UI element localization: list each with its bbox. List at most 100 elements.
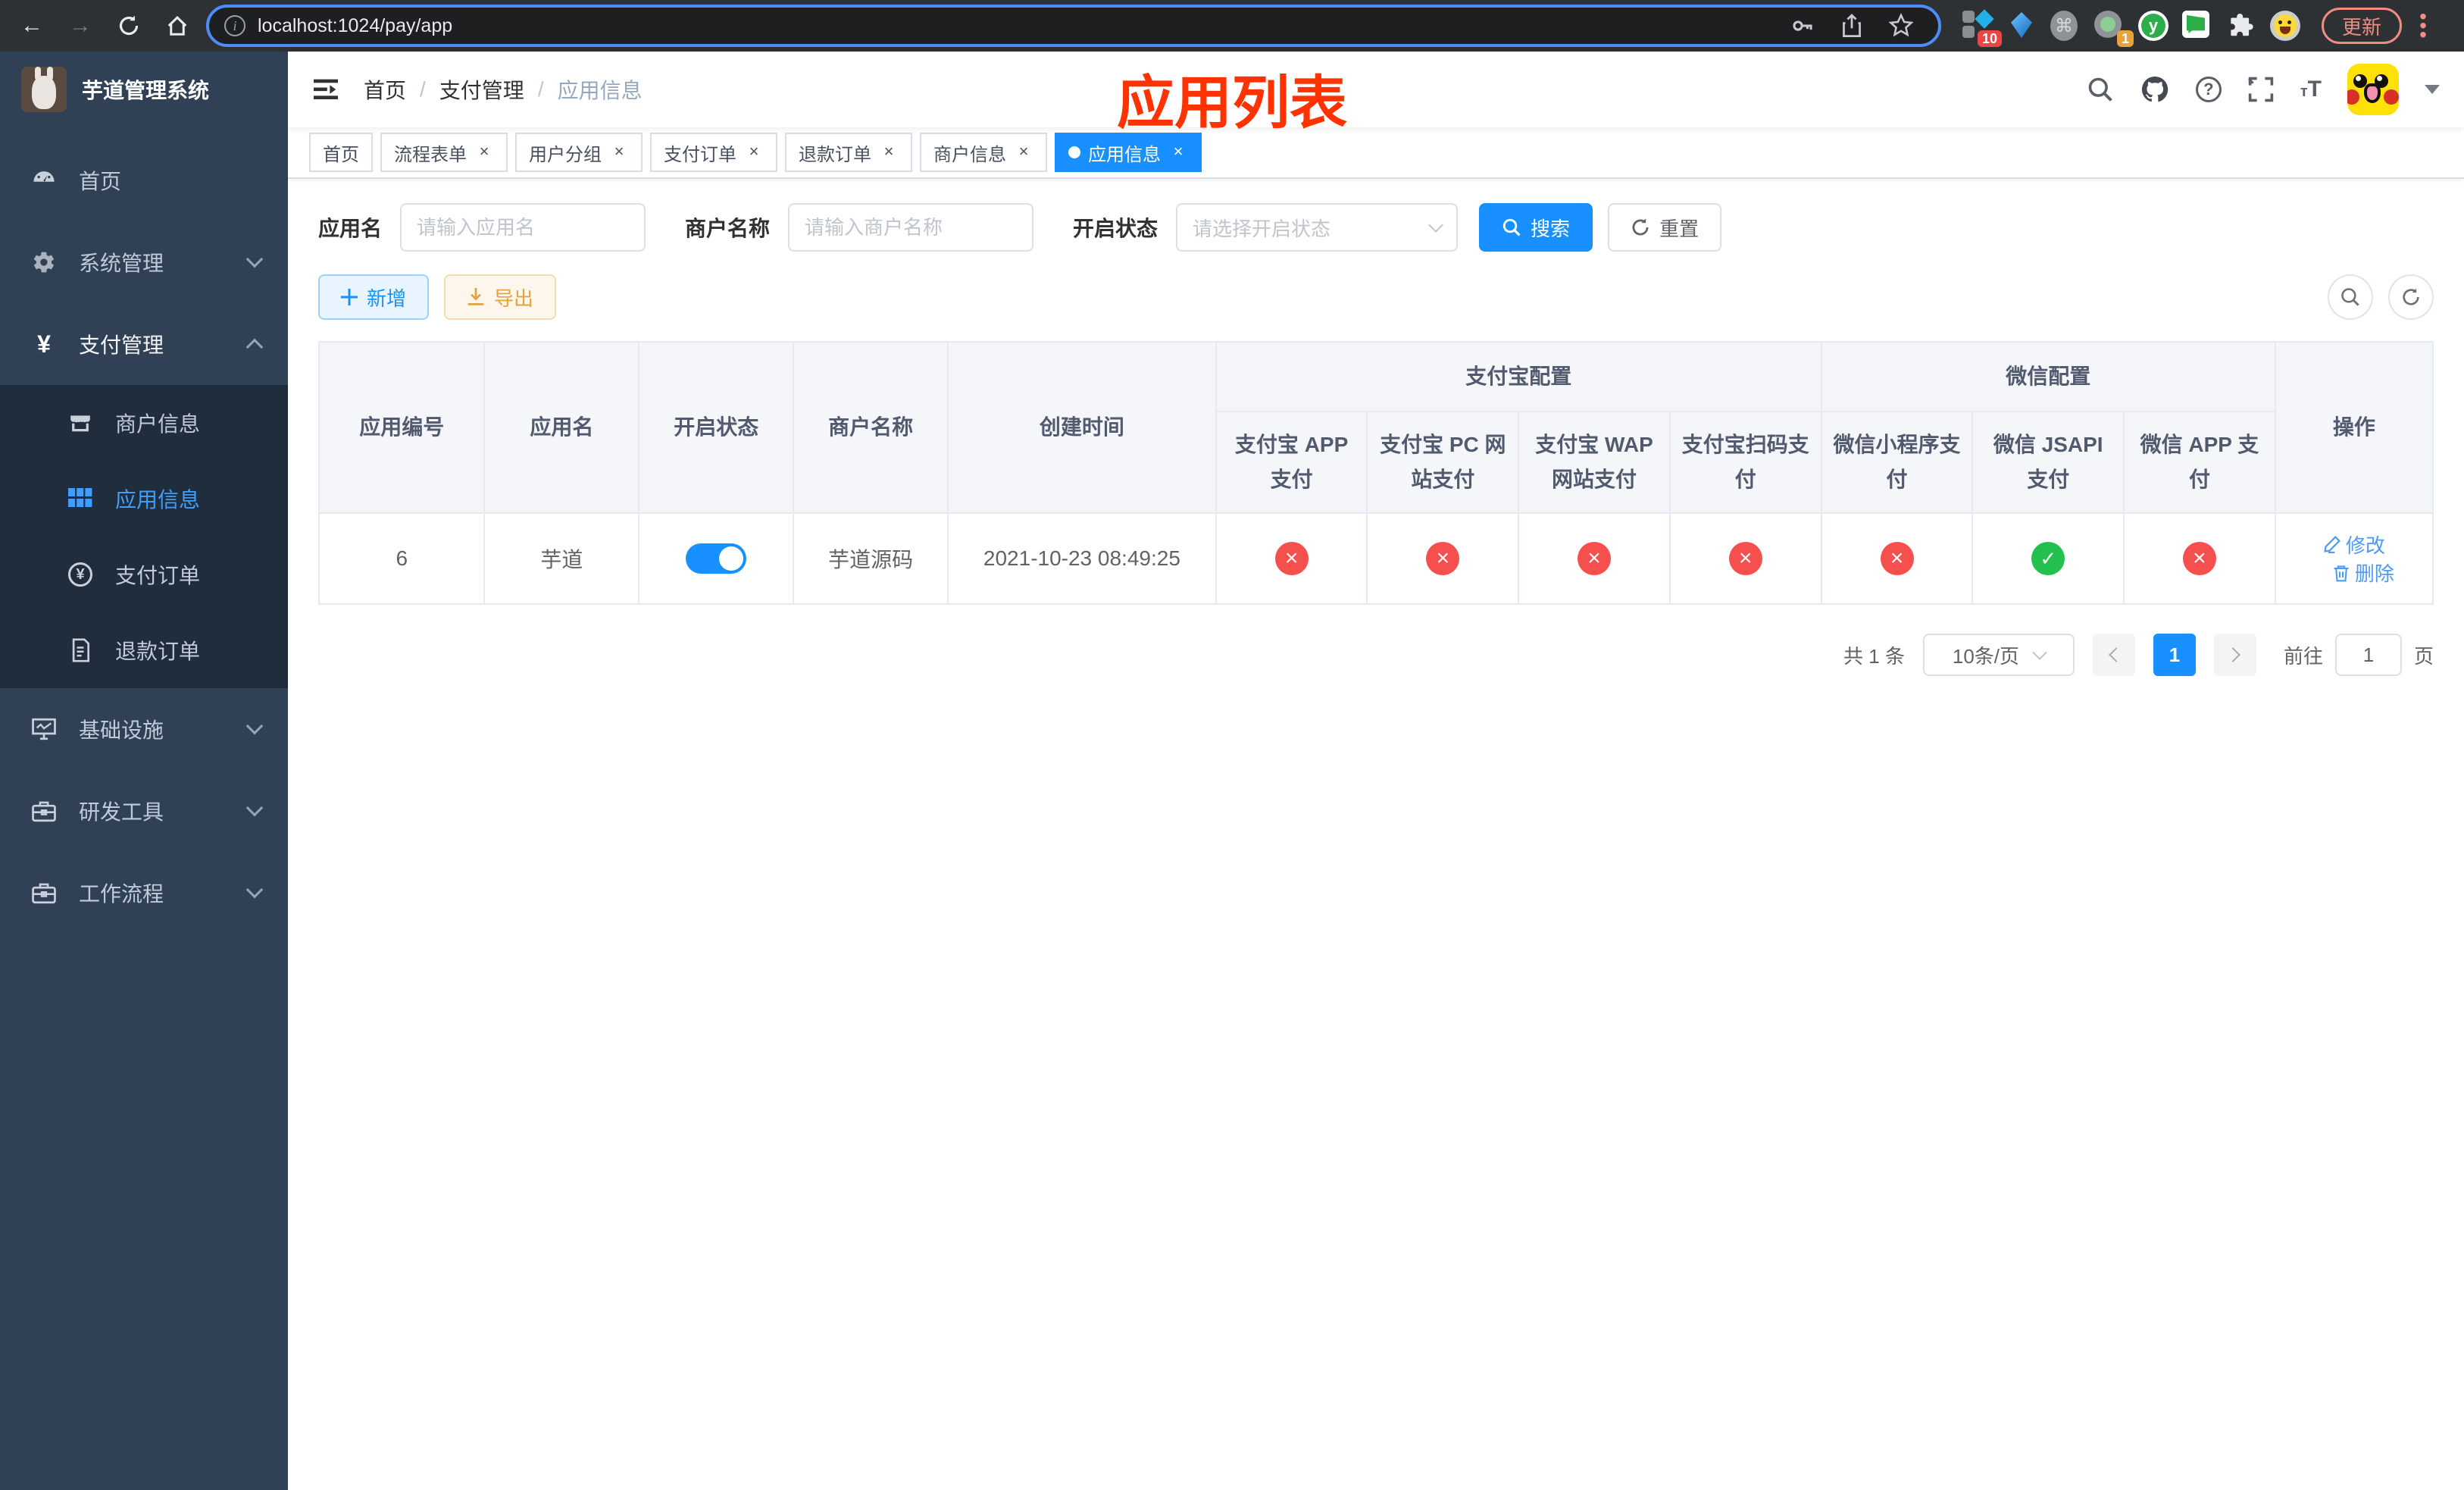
- extension-chat-icon[interactable]: [2182, 11, 2212, 41]
- extension-grid-icon[interactable]: 10: [1962, 9, 2002, 47]
- browser-menu-icon[interactable]: • • •: [2411, 6, 2435, 45]
- add-button[interactable]: 新增: [318, 274, 430, 320]
- edit-link[interactable]: 修改: [2323, 531, 2385, 559]
- extension-y-icon[interactable]: y: [2138, 11, 2169, 41]
- browser-back-icon[interactable]: ←: [12, 6, 52, 45]
- close-icon[interactable]: ×: [1014, 142, 1033, 162]
- bookmark-star-icon[interactable]: [1888, 13, 1914, 39]
- col-app-name: 应用名: [483, 341, 640, 514]
- sidebar-item-workflow[interactable]: 工作流程: [0, 852, 288, 934]
- share-icon[interactable]: [1840, 13, 1864, 39]
- browser-home-icon[interactable]: [158, 6, 197, 45]
- export-button[interactable]: 导出: [444, 274, 557, 320]
- top-navbar: 首页 / 支付管理 / 应用信息 ? тT: [288, 52, 2464, 127]
- extension-kite-icon[interactable]: [2006, 11, 2037, 41]
- user-avatar[interactable]: [2347, 64, 2399, 115]
- col-alipay-app: 支付宝 APP 支付: [1215, 411, 1368, 514]
- sidebar-logo[interactable]: 芋道管理系统: [0, 52, 288, 127]
- status-toggle[interactable]: [686, 543, 747, 574]
- cell-app-id: 6: [317, 512, 486, 605]
- tab-merchant-info[interactable]: 商户信息 ×: [920, 133, 1047, 172]
- fullscreen-icon[interactable]: [2247, 76, 2275, 103]
- refresh-icon[interactable]: [2388, 274, 2434, 320]
- page-info-icon[interactable]: i: [224, 15, 245, 36]
- tab-user-group[interactable]: 用户分组 ×: [515, 133, 643, 172]
- help-icon[interactable]: ?: [2195, 77, 2222, 102]
- sidebar-item-pay-orders[interactable]: ¥ 支付订单: [0, 537, 288, 612]
- show-search-icon[interactable]: [2328, 274, 2373, 320]
- close-icon[interactable]: ×: [474, 142, 494, 162]
- browser-forward-icon[interactable]: →: [61, 6, 100, 45]
- breadcrumb-payment[interactable]: 支付管理: [439, 74, 524, 105]
- browser-reload-icon[interactable]: [109, 6, 149, 45]
- sidebar-item-infrastructure[interactable]: 基础设施: [0, 688, 288, 770]
- sidebar-item-payment[interactable]: ¥ 支付管理: [0, 303, 288, 385]
- sidebar-item-merchant-info[interactable]: 商户信息: [0, 385, 288, 461]
- goto-label: 前往: [2283, 644, 2323, 668]
- col-status: 开启状态: [638, 341, 795, 514]
- app-name-input[interactable]: [400, 203, 646, 252]
- reset-button[interactable]: 重置: [1608, 203, 1722, 252]
- sidebar-item-home[interactable]: 首页: [0, 139, 288, 221]
- gear-icon: [30, 250, 58, 274]
- password-key-icon[interactable]: [1790, 13, 1815, 39]
- delete-link[interactable]: 删除: [2332, 559, 2394, 587]
- url-text[interactable]: localhost:1024/pay/app: [258, 15, 1778, 37]
- goto-suffix: 页: [2413, 644, 2434, 668]
- breadcrumb-home[interactable]: 首页: [364, 74, 406, 105]
- group-alipay-config: 支付宝配置: [1215, 341, 1822, 412]
- sidebar-item-dev-tools[interactable]: 研发工具: [0, 770, 288, 852]
- close-icon[interactable]: ×: [744, 142, 764, 162]
- merchant-name-input[interactable]: [788, 203, 1034, 252]
- pagination: 共 1 条 10条/页 1 前往 页: [318, 634, 2434, 676]
- yen-icon: ¥: [37, 330, 51, 358]
- sidebar-item-app-info[interactable]: 应用信息: [0, 461, 288, 537]
- search-icon[interactable]: [2087, 76, 2114, 103]
- chevron-down-icon: [1428, 218, 1443, 233]
- tab-refund-orders[interactable]: 退款订单 ×: [785, 133, 912, 172]
- font-size-icon[interactable]: тT: [2300, 77, 2322, 102]
- breadcrumb-current: 应用信息: [557, 79, 643, 102]
- alipay-qr-status-icon: [1728, 542, 1762, 575]
- apps-table: 应用编号 应用名 开启状态 商户名称 创建时间 支付宝配置 微信配置 操作 支付…: [317, 341, 2434, 605]
- extensions-puzzle-icon[interactable]: [2226, 11, 2256, 41]
- close-icon[interactable]: ×: [609, 142, 629, 162]
- page-number[interactable]: 1: [2153, 634, 2196, 676]
- next-page-button[interactable]: [2213, 634, 2256, 676]
- close-icon[interactable]: ×: [1168, 142, 1188, 162]
- sidebar-item-refund-orders[interactable]: 退款订单: [0, 612, 288, 688]
- app-title: 芋道管理系统: [82, 79, 210, 102]
- goto-page-input[interactable]: [2334, 634, 2402, 676]
- tab-home[interactable]: 首页: [309, 133, 373, 172]
- page-size-select[interactable]: 10条/页: [1922, 634, 2075, 676]
- sidebar-item-system[interactable]: 系统管理: [0, 221, 288, 303]
- alipay-app-status-icon: [1274, 542, 1309, 575]
- col-wechat-jsapi: 微信 JSAPI 支付: [1972, 411, 2125, 514]
- tab-pay-orders[interactable]: 支付订单 ×: [650, 133, 777, 172]
- wechat-jsapi-status-icon: [2031, 542, 2065, 575]
- avatar-dropdown-icon[interactable]: [2425, 85, 2440, 102]
- chevron-down-icon: [245, 717, 264, 735]
- monitor-icon: [30, 717, 58, 741]
- page-title-annotation: 应用列表: [1117, 71, 1347, 136]
- tab-process-form[interactable]: 流程表单 ×: [380, 133, 508, 172]
- profile-avatar-icon[interactable]: [2270, 11, 2300, 41]
- status-select[interactable]: 请选择开启状态: [1176, 203, 1459, 252]
- search-button[interactable]: 搜索: [1479, 203, 1593, 252]
- col-wechat-mini: 微信小程序支付: [1820, 411, 1974, 514]
- alipay-wap-status-icon: [1578, 542, 1612, 575]
- extension-recorder-icon[interactable]: 1: [2094, 11, 2134, 47]
- github-icon[interactable]: [2140, 74, 2170, 105]
- sidebar-fold-icon[interactable]: [312, 77, 339, 102]
- cell-app-name: 芋道: [483, 512, 640, 605]
- alipay-pc-status-icon: [1426, 542, 1460, 575]
- address-bar[interactable]: i localhost:1024/pay/app: [206, 5, 1941, 47]
- grid-table-icon: [67, 488, 94, 509]
- dashboard-icon: [30, 167, 58, 193]
- logo-rabbit-icon: [21, 67, 67, 112]
- prev-page-button[interactable]: [2092, 634, 2135, 676]
- chrome-update-button[interactable]: 更新: [2322, 8, 2403, 44]
- extension-command-icon[interactable]: ⌘: [2050, 11, 2081, 41]
- close-icon[interactable]: ×: [879, 142, 899, 162]
- chevron-down-icon: [245, 799, 264, 817]
